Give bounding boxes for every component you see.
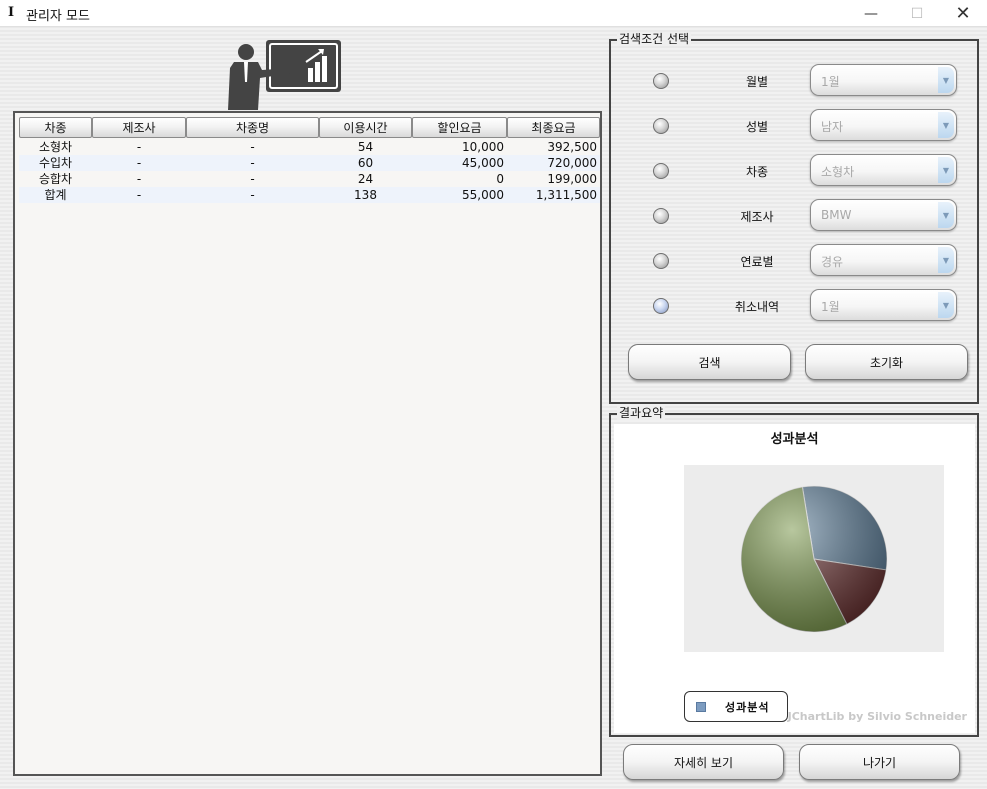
pie-shading: [741, 486, 887, 632]
gender-combo[interactable]: 남자 ▼: [810, 109, 957, 141]
manufacturer-combo[interactable]: BMW ▼: [810, 199, 957, 231]
table-row-total[interactable]: 합계 - - 138 55,000 1,311,500: [19, 187, 600, 203]
table-cell: -: [136, 156, 142, 170]
fuel-combo-value: 경유: [821, 255, 844, 269]
table-row[interactable]: 수입차 - - 60 45,000 720,000: [19, 155, 600, 171]
app-icon: I: [8, 5, 15, 20]
cancellation-combo-value: 1월: [821, 300, 840, 314]
window-title: 관리자 모드: [26, 9, 90, 24]
table-cell: 720,000: [547, 156, 597, 170]
chevron-down-icon: ▼: [938, 67, 954, 93]
table-cell: 10,000: [462, 140, 504, 154]
criteria-label-manufacturer: 제조사: [740, 210, 774, 224]
month-combo-value: 1월: [821, 75, 840, 89]
fuel-combo[interactable]: 경유 ▼: [810, 244, 957, 276]
table-cell: 138: [354, 188, 377, 202]
legend-label: 성과분석: [725, 701, 770, 714]
gender-combo-value: 남자: [821, 120, 844, 134]
table-cell: 1,311,500: [535, 188, 597, 202]
chart-panel: 성과분석 성과분석 JChartLib by Silvio Schneider: [614, 424, 975, 733]
radio-manufacturer[interactable]: [653, 208, 669, 224]
chevron-down-icon: ▼: [938, 112, 954, 138]
chart-legend: 성과분석: [684, 691, 788, 722]
detail-view-button[interactable]: 자세히 보기: [623, 744, 784, 780]
table-cell: -: [136, 188, 142, 202]
result-group-label: 결과요약: [617, 406, 666, 420]
table-cell: 60: [357, 156, 374, 170]
table-cell: 승합차: [38, 172, 73, 186]
cancellation-combo[interactable]: 1월 ▼: [810, 289, 957, 321]
chevron-down-icon: ▼: [938, 157, 954, 183]
criteria-label-cancellation: 취소내역: [734, 300, 780, 314]
search-button[interactable]: 검색: [628, 344, 791, 380]
table-cell: 392,500: [547, 140, 597, 154]
table-row[interactable]: 승합차 - - 24 0 199,000: [19, 171, 600, 187]
table-cell: 소형차: [38, 140, 73, 154]
chevron-down-icon: ▼: [938, 292, 954, 318]
chevron-down-icon: ▼: [938, 202, 954, 228]
search-criteria-group: 검색조건 선택 월별 1월 ▼ 성별 남자 ▼ 차종 소형차 ▼ 제조사 BMW…: [609, 32, 979, 404]
table-body: 소형차 - - 54 10,000 392,500 수입차 - - 60 45,…: [19, 139, 600, 203]
pie-chart: [740, 485, 888, 633]
table-header: 차종 제조사 차종명 이용시간 할인요금 최종요금: [19, 117, 600, 138]
criteria-label-gender: 성별: [745, 120, 769, 134]
close-button[interactable]: ✕: [940, 0, 986, 27]
radio-fuel[interactable]: [653, 253, 669, 269]
table-cell: -: [250, 188, 255, 202]
table-cell: 45,000: [462, 156, 504, 170]
data-table: 차종 제조사 차종명 이용시간 할인요금 최종요금 소형차 - - 54 10,…: [13, 111, 602, 776]
table-cell: 수입차: [38, 156, 73, 170]
table-cell: -: [136, 140, 142, 154]
column-header-discount-fee[interactable]: 할인요금: [412, 117, 507, 138]
radio-month[interactable]: [653, 73, 669, 89]
table-cell: 54: [357, 140, 374, 154]
reset-button[interactable]: 초기화: [805, 344, 968, 380]
maximize-button[interactable]: ☐: [894, 0, 940, 27]
month-combo[interactable]: 1월 ▼: [810, 64, 957, 96]
exit-button[interactable]: 나가기: [799, 744, 960, 780]
column-header-usage-time[interactable]: 이용시간: [319, 117, 412, 138]
table-row[interactable]: 소형차 - - 54 10,000 392,500: [19, 139, 600, 155]
chevron-down-icon: ▼: [938, 247, 954, 273]
car-type-combo-value: 소형차: [821, 165, 855, 179]
table-cell: 55,000: [462, 188, 504, 202]
column-header-car-type[interactable]: 차종: [19, 117, 92, 138]
title-bar: I 관리자 모드 — ☐ ✕: [0, 0, 987, 27]
chart-watermark: JChartLib by Silvio Schneider: [787, 710, 967, 723]
radio-cancellation[interactable]: [653, 298, 669, 314]
radio-car-type[interactable]: [653, 163, 669, 179]
manufacturer-combo-value: BMW: [821, 208, 852, 222]
radio-gender[interactable]: [653, 118, 669, 134]
criteria-label-fuel: 연료별: [740, 255, 774, 269]
search-group-label: 검색조건 선택: [617, 32, 692, 46]
table-cell: 24: [357, 172, 374, 186]
table-cell: -: [250, 172, 255, 186]
presenter-icon: [228, 40, 341, 110]
column-header-final-fee[interactable]: 최종요금: [507, 117, 600, 138]
table-cell: 199,000: [547, 172, 597, 186]
table-cell: 합계: [44, 188, 67, 202]
table-cell: -: [136, 172, 142, 186]
table-cell: 0: [496, 172, 504, 186]
criteria-label-car-type: 차종: [745, 165, 769, 179]
car-type-combo[interactable]: 소형차 ▼: [810, 154, 957, 186]
minimize-button[interactable]: —: [848, 0, 894, 27]
criteria-label-month: 월별: [745, 75, 769, 89]
table-cell: -: [250, 156, 255, 170]
table-cell: -: [250, 140, 255, 154]
column-header-car-name[interactable]: 차종명: [186, 117, 319, 138]
legend-swatch: [696, 702, 706, 712]
column-header-manufacturer[interactable]: 제조사: [92, 117, 186, 138]
